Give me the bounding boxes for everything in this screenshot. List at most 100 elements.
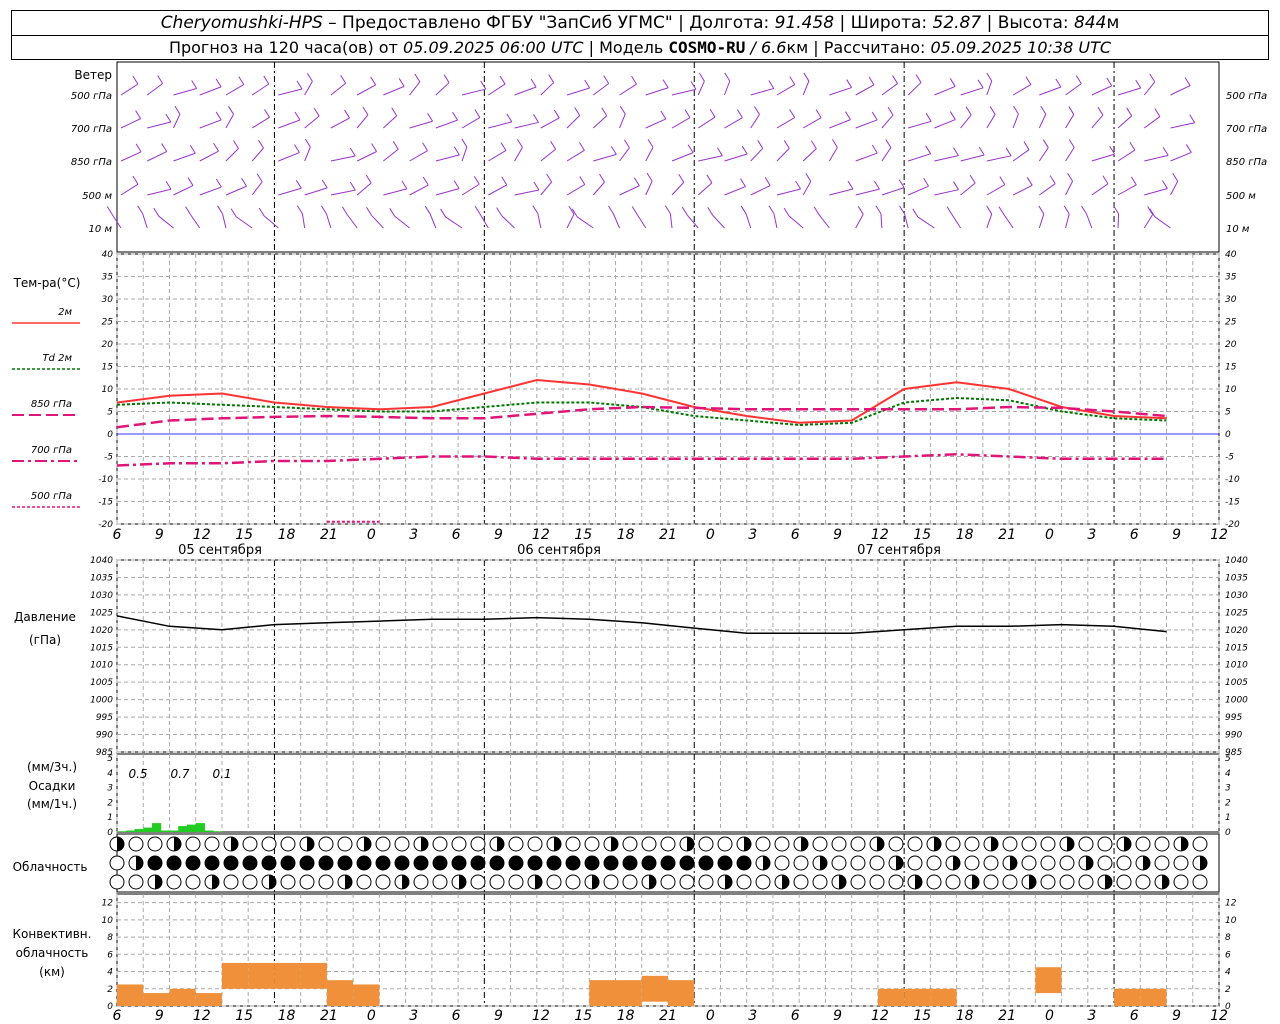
wind-barb-flag	[949, 78, 956, 87]
cloud-cover-circle	[565, 836, 581, 852]
cloud-cover-circle	[470, 874, 486, 890]
cloud-cover-circle	[945, 874, 961, 890]
wind-barb-flag	[813, 206, 820, 216]
wind-barb	[881, 114, 894, 129]
wind-barb-flag	[1130, 176, 1137, 186]
wind-barb	[1038, 213, 1045, 229]
wind-barb	[636, 214, 647, 229]
wind-barb	[960, 154, 985, 162]
cloud-cover-fill	[421, 837, 428, 851]
wind-barb	[686, 214, 699, 229]
wind-barb	[671, 152, 694, 162]
wind-barb	[613, 213, 620, 229]
date-label: 06 сентября	[517, 543, 601, 558]
wind-barb-flag	[757, 140, 764, 149]
wind-barb	[986, 114, 996, 129]
wind-level-label: 700 гПа	[71, 124, 112, 135]
cloud-cover-circle	[204, 836, 220, 852]
wind-barb-flag	[553, 109, 560, 119]
wind-barb-flag	[740, 205, 747, 215]
temp-axis-hour-label: 21	[659, 527, 677, 543]
cloud-cover-fill	[877, 837, 884, 851]
pressure-tick-left: 1035	[90, 573, 113, 583]
wind-barb	[619, 113, 626, 129]
wind-barb	[251, 83, 270, 96]
wind-barb	[120, 183, 139, 196]
wind-barb	[1117, 149, 1136, 162]
cloud-cover-fill	[345, 875, 352, 889]
temp-axis-hour-label: 6	[1130, 527, 1139, 543]
wind-barb	[251, 116, 270, 129]
wind-barb	[356, 84, 376, 96]
wind-barb	[818, 214, 830, 229]
wind-barb	[750, 147, 764, 162]
precip-bar	[160, 830, 170, 832]
cloud-cover-circle	[945, 836, 961, 852]
cloud-cover-fill	[611, 837, 618, 851]
cloud-cover-circle	[1021, 855, 1037, 871]
wind-barb	[301, 213, 306, 229]
wind-barb-flag	[185, 206, 191, 215]
wind-barb	[745, 213, 752, 229]
wind-barb	[1039, 86, 1062, 96]
cloud-cover-circle	[850, 874, 866, 890]
wind-barb-flag	[873, 180, 880, 190]
wind-barb-flag	[1135, 79, 1142, 89]
wind-barb-flag	[986, 205, 993, 215]
wind-barb-flag	[533, 181, 540, 191]
wind-barb-flag	[263, 75, 270, 85]
precip-bar	[204, 830, 214, 832]
cloud-cover-circle	[147, 836, 163, 852]
wind-barb-flag	[392, 141, 399, 150]
pressure-tick-right: 990	[1225, 731, 1242, 741]
conv-axis-hour-label: 6	[791, 1008, 800, 1024]
wind-barb	[540, 148, 556, 162]
wind-barb	[776, 188, 801, 196]
cloud-cover-circle	[128, 874, 144, 890]
wind-barb	[199, 186, 222, 196]
pressure-tick-left: 1025	[90, 608, 113, 618]
cloud-cover-fill	[915, 875, 922, 889]
wind-barb	[802, 80, 810, 96]
conv-tick-right: 8	[1225, 933, 1231, 943]
wind-barb-flag	[1005, 147, 1012, 157]
wind-barb	[1117, 213, 1120, 229]
conv-bar	[930, 988, 957, 1006]
temp-axis-hour-label: 15	[235, 527, 253, 543]
temp-axis-hour-label: 3	[409, 527, 418, 543]
cloud-cover-circle	[660, 874, 676, 890]
wind-barb-flag	[925, 113, 932, 122]
wind-barb-flag	[717, 147, 723, 157]
wind-barb	[409, 81, 421, 96]
wind-barb	[724, 153, 748, 162]
cloud-cover-circle	[432, 874, 448, 890]
cloud-cover-fill	[820, 856, 827, 870]
pressure-tick-right: 1010	[1225, 661, 1248, 671]
conv-axis-hour-label: 12	[193, 1008, 211, 1024]
cloud-cover-circle	[869, 855, 885, 871]
temp-axis-hour-label: 0	[367, 527, 376, 543]
wind-barb-flag	[875, 205, 882, 214]
wind-barb	[1012, 113, 1019, 129]
wind-barb	[566, 184, 586, 196]
cloud-cover-fill	[1124, 837, 1131, 851]
wind-barb	[934, 189, 959, 196]
wind-barb	[537, 213, 542, 229]
cloud-cover-circle	[1154, 836, 1170, 852]
cloud-cover-fill	[1105, 875, 1112, 889]
cloud-cover-fill	[763, 856, 770, 870]
temp-axis-hour-label: 15	[574, 527, 592, 543]
wind-barb	[435, 82, 450, 96]
wind-barb-flag	[228, 106, 234, 115]
wind-barb	[263, 215, 279, 229]
cloud-cover-fill	[535, 875, 542, 889]
wind-barb-flag	[662, 79, 669, 88]
temp-axis-hour-label: 18	[956, 527, 974, 543]
wind-barb	[356, 114, 369, 129]
cloud-cover-fill	[212, 875, 219, 889]
wind-barb-flag	[684, 109, 691, 118]
wind-barb	[750, 87, 774, 96]
wind-barb	[488, 121, 512, 129]
wind-barb	[514, 121, 539, 129]
wind-barb-flag	[698, 72, 705, 82]
